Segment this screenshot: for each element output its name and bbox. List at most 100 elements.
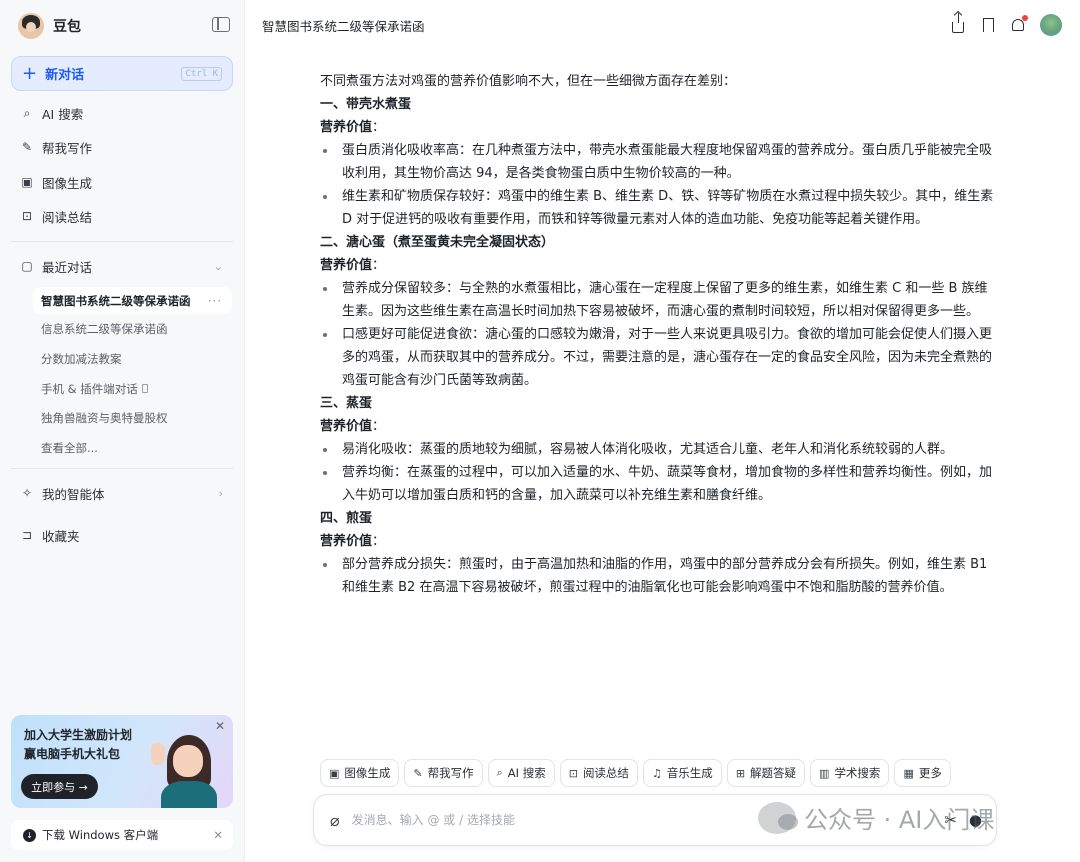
- recent-item[interactable]: 独角兽融资与奥特曼股权: [33, 404, 232, 431]
- view-all-link[interactable]: 查看全部...: [33, 434, 232, 461]
- download-icon: ↓: [23, 828, 36, 842]
- bullet-item: 蛋白质消化吸收率高：在几种煮蛋方法中，带壳水煮蛋能最大程度地保留鸡蛋的营养成分。…: [320, 139, 1000, 185]
- attachment-icon[interactable]: ⌀: [330, 811, 340, 830]
- wechat-logo-icon: [758, 801, 798, 834]
- close-icon[interactable]: ✕: [215, 719, 225, 733]
- chip-writing[interactable]: ✎ 帮我写作: [404, 759, 483, 787]
- watermark-text: 公众号 · AI入门课: [804, 806, 995, 834]
- chevron-right-icon: ›: [218, 486, 223, 500]
- recent-item[interactable]: 手机 & 插件端对话: [33, 375, 232, 402]
- sidebar-item-agents[interactable]: ✧ 我的智能体 ›: [11, 478, 233, 508]
- more-options-icon[interactable]: ···: [208, 294, 222, 308]
- bullet-item: 口感更好可能促进食欲：溏心蛋的口感较为嫩滑，对于一些人来说更具吸引力。食欲的增加…: [320, 323, 1000, 392]
- section-subheading: 营养价值：: [320, 419, 386, 434]
- chevron-down-icon: ⌄: [213, 259, 223, 273]
- bookmark-icon: ⊐: [21, 528, 33, 542]
- sidebar-item-label: AI 搜索: [42, 106, 84, 122]
- sidebar-item-writing[interactable]: ✎ 帮我写作: [11, 132, 233, 162]
- read-icon: ⊡: [21, 209, 33, 223]
- sidebar-item-label: 图像生成: [42, 175, 93, 191]
- recent-chats-header[interactable]: ▢ 最近对话 ⌄: [11, 251, 233, 281]
- music-icon: ♫: [651, 766, 662, 780]
- chip-image[interactable]: ▣ 图像生成: [320, 759, 400, 787]
- chip-more[interactable]: ▦ 更多: [894, 759, 951, 787]
- recent-item-label: 独角兽融资与奥特曼股权: [41, 410, 168, 425]
- recent-item-label: 智慧图书系统二级等保承诺函: [41, 293, 191, 308]
- recent-item-label: 信息系统二级等保承诺函: [41, 321, 168, 336]
- skill-chips: ▣ 图像生成 ✎ 帮我写作 ⌕ AI 搜索 ⊡ 阅读总结 ♫ 音乐生成 ⊞ 解题答疑 ▥ 学术…: [320, 759, 956, 787]
- grid-icon: ▦: [903, 766, 914, 780]
- image-icon: ▣: [21, 175, 33, 189]
- download-label: 下载 Windows 客户端: [42, 828, 159, 842]
- message-input[interactable]: [351, 813, 712, 827]
- chat-bubble-icon: ▢: [21, 259, 33, 273]
- chip-music[interactable]: ♫ 音乐生成: [642, 759, 722, 787]
- conversation-title: 智慧图书系统二级等保承诺函: [262, 19, 425, 34]
- mascot-illustration: [151, 729, 227, 808]
- promo-banner[interactable]: 加入大学生激励计划 赢电脑手机大礼包 立即参与 → ✕: [11, 715, 233, 808]
- pen-icon: ✎: [21, 140, 33, 154]
- recent-item[interactable]: 分数加减法教案: [33, 345, 232, 372]
- sidebar-item-reading[interactable]: ⊡ 阅读总结: [11, 201, 233, 231]
- bookmark-button[interactable]: [974, 12, 1002, 38]
- sidebar-item-label: 我的智能体: [42, 486, 105, 502]
- brand-name: 豆包: [53, 19, 81, 35]
- section-heading: 三、蒸蛋: [320, 396, 373, 411]
- bullet-item: 维生素和矿物质保存较好：鸡蛋中的维生素 B、维生素 D、铁、锌等矿物质在水煮过程…: [320, 185, 1000, 231]
- divider: [11, 241, 233, 242]
- read-icon: ⊡: [568, 766, 578, 780]
- notification-dot: [1022, 15, 1028, 21]
- academic-icon: ▥: [819, 766, 830, 780]
- bookmark-add-icon: [982, 18, 994, 32]
- download-client-button[interactable]: ↓ 下载 Windows 客户端 ✕: [11, 820, 233, 850]
- sidebar-item-image[interactable]: ▣ 图像生成: [11, 167, 233, 197]
- image-icon: ▣: [329, 766, 340, 780]
- bullet-item: 易消化吸收：蒸蛋的质地较为细腻，容易被人体消化吸收，尤其适合儿童、老年人和消化系…: [320, 438, 1000, 461]
- chip-solve[interactable]: ⊞ 解题答疑: [726, 759, 806, 787]
- brand[interactable]: 豆包: [18, 12, 81, 40]
- plus-icon: +: [22, 62, 38, 84]
- recent-item-label: 分数加减法教案: [41, 351, 122, 366]
- sidebar: 豆包 + 新对话 Ctrl K ⌕ AI 搜索 ✎ 帮我写作 ▣ 图像生成 ⊡ …: [0, 0, 245, 862]
- bullet-item: 营养成分保留较多：与全熟的水煮蛋相比，溏心蛋在一定程度上保留了更多的维生素，如维…: [320, 277, 1000, 323]
- user-avatar[interactable]: [1040, 14, 1062, 36]
- sidebar-item-label: 阅读总结: [42, 209, 93, 225]
- chip-reading[interactable]: ⊡ 阅读总结: [559, 759, 638, 787]
- section-heading: 一、带壳水煮蛋: [320, 97, 412, 112]
- notification-button[interactable]: [1004, 12, 1032, 38]
- pen-icon: ✎: [413, 766, 423, 780]
- section-subheading: 营养价值：: [320, 258, 386, 273]
- message-intro: 不同煮蛋方法对鸡蛋的营养价值影响不大，但在一些细微方面存在差别：: [320, 74, 737, 89]
- close-icon[interactable]: ✕: [213, 828, 223, 842]
- recent-item-label: 手机 & 插件端对话: [41, 381, 138, 396]
- sidebar-item-label: 帮我写作: [42, 140, 93, 156]
- shortcut-badge: Ctrl K: [181, 66, 222, 81]
- sidebar-item-ai-search[interactable]: ⌕ AI 搜索: [11, 98, 233, 128]
- sparkle-icon: ✧: [21, 486, 33, 500]
- view-all-label: 查看全部...: [41, 440, 98, 455]
- top-toolbar: [942, 12, 1062, 38]
- section-heading: 四、煎蛋: [320, 511, 373, 526]
- sidebar-collapse-icon[interactable]: [212, 17, 230, 32]
- sidebar-item-label: 收藏夹: [42, 528, 80, 544]
- phone-icon: [141, 384, 148, 393]
- doubao-avatar: [18, 13, 44, 39]
- section-heading: 二、溏心蛋（煮至蛋黄未完全凝固状态）: [320, 235, 555, 250]
- new-chat-label: 新对话: [45, 68, 85, 83]
- sidebar-item-favorites[interactable]: ⊐ 收藏夹: [11, 520, 233, 550]
- share-button[interactable]: [944, 12, 972, 38]
- chip-academic[interactable]: ▥ 学术搜索: [810, 759, 890, 787]
- search-icon: ⌕: [23, 105, 31, 120]
- solve-icon: ⊞: [735, 766, 746, 780]
- recent-item-active[interactable]: 智慧图书系统二级等保承诺函 ···: [33, 287, 232, 314]
- assistant-message: 不同煮蛋方法对鸡蛋的营养价值影响不大，但在一些细微方面存在差别： 一、带壳水煮蛋…: [320, 70, 1000, 599]
- promo-subtitle: 赢电脑手机大礼包: [24, 747, 121, 761]
- section-subheading: 营养价值：: [320, 534, 386, 549]
- recent-item[interactable]: 信息系统二级等保承诺函: [33, 315, 232, 342]
- new-chat-button[interactable]: + 新对话 Ctrl K: [11, 56, 233, 91]
- bell-icon: [1012, 19, 1024, 31]
- chip-ai-search[interactable]: ⌕ AI 搜索: [487, 759, 555, 787]
- bullet-item: 部分营养成分损失：煎蛋时，由于高温加热和油脂的作用，鸡蛋中的部分营养成分会有所损…: [320, 553, 1000, 599]
- join-button[interactable]: 立即参与 →: [21, 774, 98, 799]
- share-icon: [952, 12, 964, 33]
